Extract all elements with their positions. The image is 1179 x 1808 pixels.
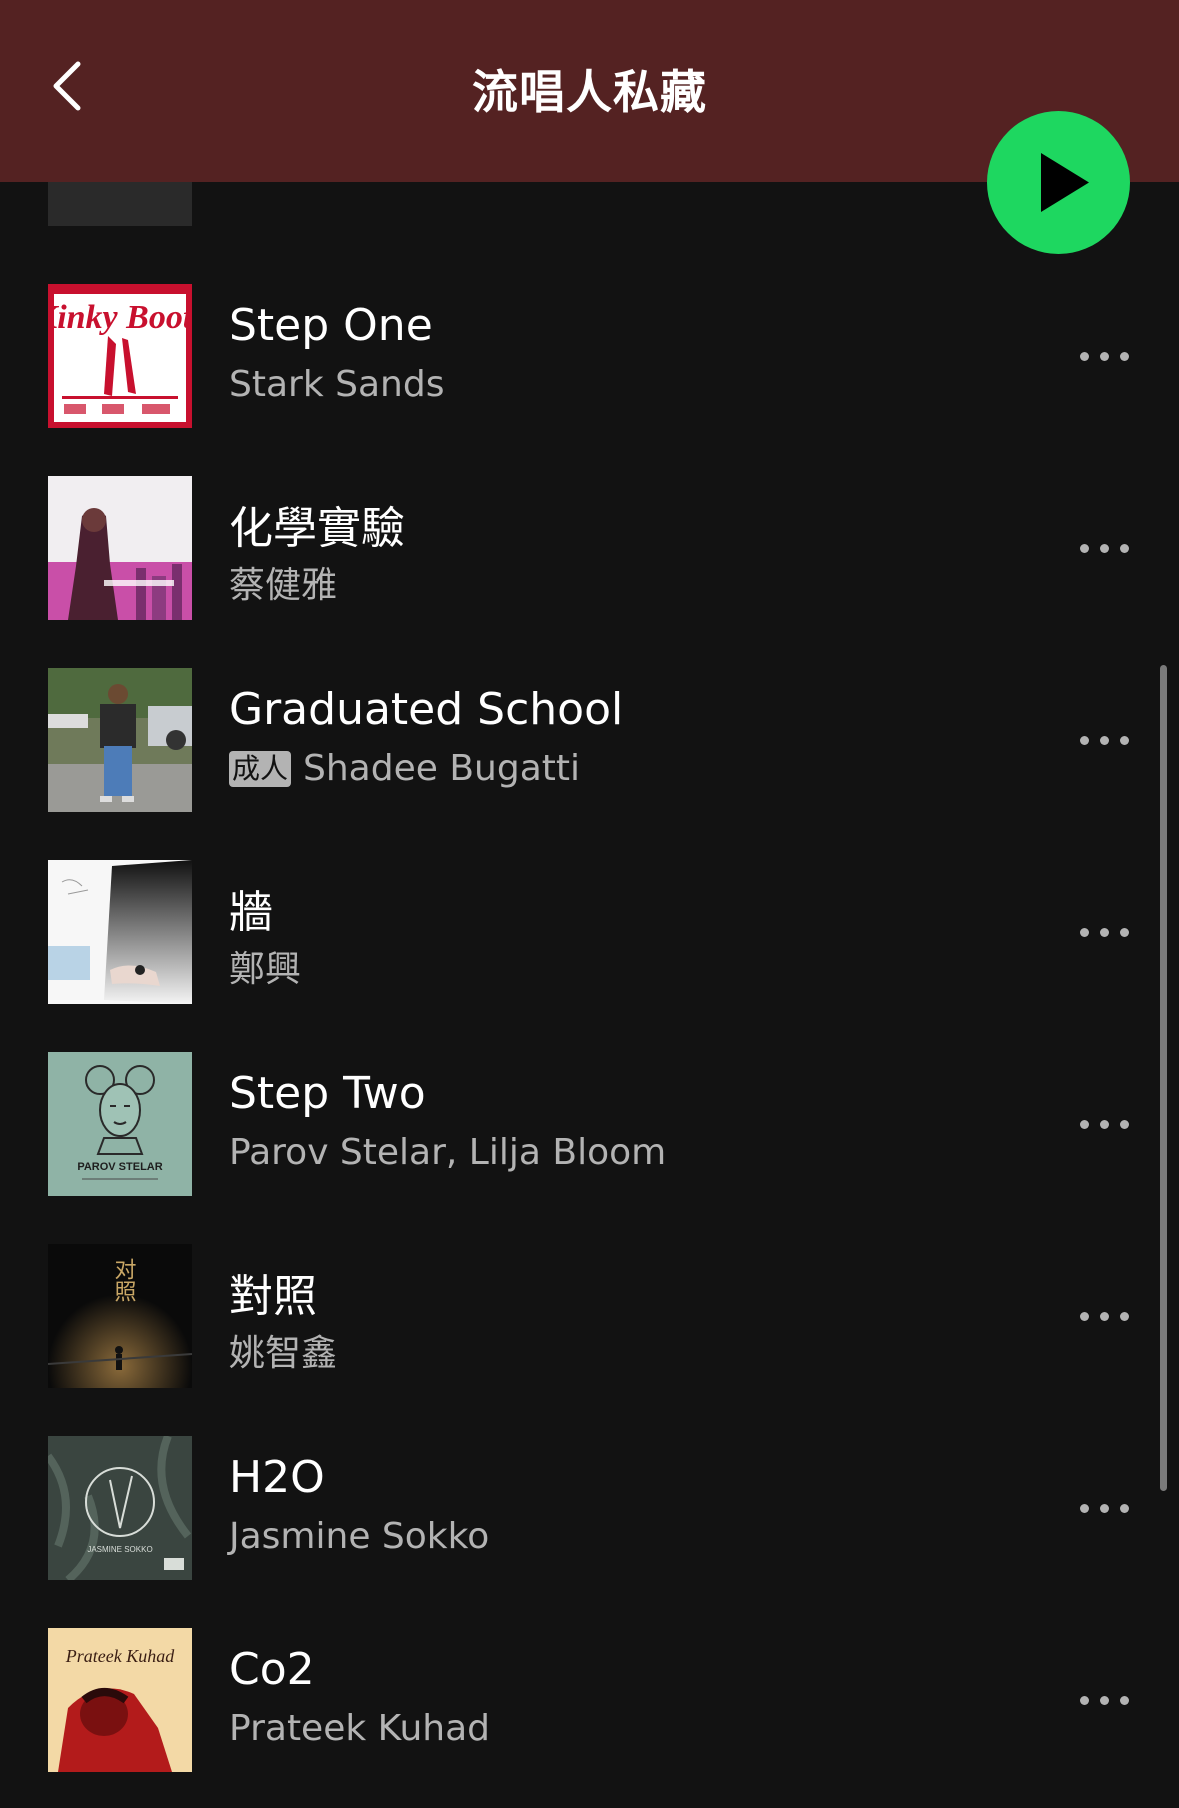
more-options-button[interactable]: [1078, 528, 1132, 568]
goodbye-hello-cover-icon: [48, 476, 192, 620]
track-row[interactable]: 化學實驗 蔡健雅: [0, 442, 1179, 634]
track-artist-line: 成人 Shadee Bugatti: [229, 748, 580, 789]
album-art: Kinky Boots: [48, 284, 192, 428]
dot-icon: [1100, 1312, 1109, 1321]
dot-icon: [1080, 1312, 1089, 1321]
more-options-button[interactable]: [1078, 336, 1132, 376]
track-title: 化學實驗: [229, 503, 405, 554]
album-art: JASMINE SOKKO: [48, 1436, 192, 1580]
art-title: Kinky Boots: [48, 299, 192, 336]
more-options-button[interactable]: [1078, 1680, 1132, 1720]
art-title: 对照: [112, 1258, 137, 1302]
track-artist-line: 姚智鑫: [229, 1324, 337, 1376]
more-options-button[interactable]: [1078, 720, 1132, 760]
track-row[interactable]: JASMINE SOKKO H2O Jasmine Sokko: [0, 1402, 1179, 1594]
dot-icon: [1120, 1696, 1129, 1705]
track-artist: Prateek Kuhad: [229, 1708, 490, 1749]
track-title: 牆: [229, 887, 273, 938]
art-title: JASMINE SOKKO: [87, 1545, 152, 1554]
dot-icon: [1080, 1120, 1089, 1129]
dot-icon: [1120, 736, 1129, 745]
scrollbar[interactable]: [1160, 665, 1167, 1491]
dot-icon: [1120, 928, 1129, 937]
dot-icon: [1100, 352, 1109, 361]
track-row[interactable]: Kinky Boots Step One Stark Sands: [0, 250, 1179, 442]
track-row[interactable]: Graduated School 成人 Shadee Bugatti: [0, 634, 1179, 826]
track-artist: Parov Stelar, Lilja Bloom: [229, 1132, 667, 1173]
dot-icon: [1100, 736, 1109, 745]
album-art: [48, 476, 192, 620]
play-icon: [1041, 153, 1089, 212]
art-title: Prateek Kuhad: [65, 1646, 175, 1666]
track-title: Graduated School: [229, 684, 624, 735]
hand-sketch-cover-icon: [48, 860, 192, 1004]
prateek-kuhad-cover-icon: Prateek Kuhad: [48, 1628, 192, 1772]
track-artist-line: Parov Stelar, Lilja Bloom: [229, 1132, 666, 1173]
dot-icon: [1080, 928, 1089, 937]
album-art: [48, 668, 192, 812]
track-artist: 蔡健雅: [229, 565, 338, 606]
track-row[interactable]: PAROV STELAR Step Two Parov Stelar, Lilj…: [0, 1018, 1179, 1210]
track-artist: 鄭興: [229, 949, 302, 990]
dot-icon: [1120, 1504, 1129, 1513]
dark-stage-cover-icon: 对照: [48, 1244, 192, 1388]
track-artist-line: Prateek Kuhad: [229, 1708, 490, 1749]
track-artist: Jasmine Sokko: [229, 1516, 490, 1557]
more-options-button[interactable]: [1078, 912, 1132, 952]
track-row[interactable]: 对照 對照 姚智鑫: [0, 1210, 1179, 1402]
track-artist-line: Stark Sands: [229, 364, 444, 405]
track-artist-line: 蔡健雅: [229, 556, 337, 608]
album-art: PAROV STELAR: [48, 1052, 192, 1196]
parov-stelar-cover-icon: PAROV STELAR: [48, 1052, 192, 1196]
art-title: PAROV STELAR: [77, 1161, 162, 1173]
track-title: H2O: [229, 1452, 325, 1503]
dot-icon: [1100, 1120, 1109, 1129]
track-title: Step Two: [229, 1068, 426, 1119]
track-row[interactable]: Prateek Kuhad Co2 Prateek Kuhad: [0, 1594, 1179, 1786]
play-button[interactable]: [987, 111, 1130, 254]
track-row[interactable]: 牆 鄭興: [0, 826, 1179, 1018]
track-artist-line: Jasmine Sokko: [229, 1516, 489, 1557]
dot-icon: [1080, 352, 1089, 361]
dot-icon: [1080, 544, 1089, 553]
jasmine-sokko-cover-icon: JASMINE SOKKO: [48, 1436, 192, 1580]
dot-icon: [1100, 928, 1109, 937]
track-artist-line: 鄭興: [229, 940, 301, 992]
more-options-button[interactable]: [1078, 1488, 1132, 1528]
dot-icon: [1080, 1696, 1089, 1705]
track-artist: Shadee Bugatti: [303, 748, 580, 789]
dot-icon: [1080, 736, 1089, 745]
explicit-badge: 成人: [229, 750, 292, 787]
dot-icon: [1080, 1504, 1089, 1513]
track-title: 對照: [229, 1271, 317, 1322]
dot-icon: [1100, 544, 1109, 553]
more-options-button[interactable]: [1078, 1296, 1132, 1336]
dot-icon: [1120, 1120, 1129, 1129]
album-art: 对照: [48, 1244, 192, 1388]
track-title: Step One: [229, 300, 433, 351]
kinky-boots-cover-icon: Kinky Boots: [48, 284, 192, 428]
playlist-screen: Kinky Boots Step One Stark Sands: [0, 0, 1179, 1808]
track-artist: Stark Sands: [229, 364, 445, 405]
dot-icon: [1120, 352, 1129, 361]
dot-icon: [1100, 1504, 1109, 1513]
track-title: Co2: [229, 1644, 315, 1695]
dot-icon: [1120, 544, 1129, 553]
more-options-button[interactable]: [1078, 1104, 1132, 1144]
album-art: Prateek Kuhad: [48, 1628, 192, 1772]
street-photo-cover-icon: [48, 668, 192, 812]
dot-icon: [1100, 1696, 1109, 1705]
album-art: [48, 860, 192, 1004]
track-artist: 姚智鑫: [229, 1333, 338, 1374]
dot-icon: [1120, 1312, 1129, 1321]
